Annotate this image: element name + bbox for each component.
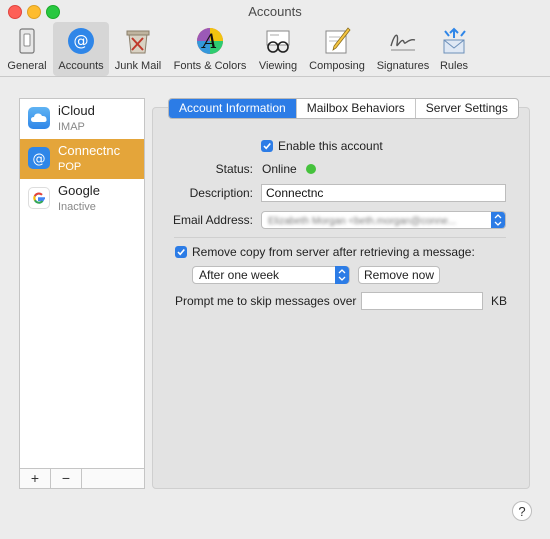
email-address-select[interactable]: Elizabeth Morgan <beth.morgan@conne... bbox=[261, 211, 506, 229]
remove-copy-checkbox[interactable] bbox=[175, 246, 187, 258]
account-type: POP bbox=[58, 161, 82, 173]
checkmark-icon bbox=[263, 142, 271, 150]
composing-icon bbox=[325, 27, 351, 54]
fonts-colors-icon: A bbox=[197, 28, 223, 54]
add-account-button[interactable]: + bbox=[20, 469, 51, 488]
account-item-icloud[interactable]: iCloud IMAP bbox=[20, 99, 144, 139]
description-field[interactable]: Connectnc bbox=[261, 184, 506, 202]
email-address-label: Email Address: bbox=[172, 213, 253, 227]
account-name: Connectnc bbox=[58, 143, 121, 158]
title-bar: Accounts bbox=[0, 0, 550, 22]
enable-account-label: Enable this account bbox=[278, 139, 383, 153]
remove-after-select[interactable]: After one week bbox=[192, 266, 350, 284]
chevron-updown-icon bbox=[491, 212, 505, 228]
account-item-connectnc[interactable]: @ Connectnc POP bbox=[20, 139, 144, 179]
checkmark-icon bbox=[177, 248, 185, 256]
enable-account-checkbox[interactable] bbox=[261, 140, 273, 152]
svg-text:@: @ bbox=[74, 32, 89, 50]
settings-tabs: Account Information Mailbox Behaviors Se… bbox=[168, 98, 519, 119]
toolbar-accounts[interactable]: @ Accounts bbox=[53, 22, 109, 76]
tab-server-settings[interactable]: Server Settings bbox=[416, 99, 518, 118]
online-status-indicator bbox=[306, 164, 316, 174]
account-item-google[interactable]: Google Inactive bbox=[20, 179, 144, 219]
remove-after-value: After one week bbox=[199, 268, 280, 282]
junk-mail-icon bbox=[126, 30, 150, 54]
account-list-controls: + − bbox=[20, 468, 144, 488]
toolbar-general[interactable]: General bbox=[4, 22, 50, 76]
preferences-window: Accounts General @ Accounts Junk Mail A … bbox=[0, 0, 550, 539]
help-button[interactable]: ? bbox=[512, 501, 532, 521]
remove-account-button[interactable]: − bbox=[51, 469, 82, 488]
viewing-icon bbox=[266, 30, 290, 53]
svg-text:@: @ bbox=[33, 152, 46, 167]
rules-icon bbox=[443, 27, 466, 54]
skip-messages-label: Prompt me to skip messages over bbox=[175, 294, 357, 308]
general-icon bbox=[19, 28, 35, 54]
toolbar-signatures[interactable]: Signatures bbox=[372, 22, 434, 76]
status-value: Online bbox=[262, 162, 297, 176]
toolbar-composing[interactable]: Composing bbox=[304, 22, 370, 76]
account-name: iCloud bbox=[58, 103, 95, 118]
preferences-toolbar: General @ Accounts Junk Mail A Fonts & C… bbox=[0, 22, 550, 77]
window-title: Accounts bbox=[248, 4, 302, 19]
toolbar-viewing[interactable]: Viewing bbox=[254, 22, 302, 76]
account-type: IMAP bbox=[58, 121, 85, 133]
remove-copy-label: Remove copy from server after retrieving… bbox=[192, 245, 475, 259]
email-address-value: Elizabeth Morgan <beth.morgan@conne... bbox=[268, 216, 457, 227]
description-label: Description: bbox=[189, 186, 253, 200]
remove-now-button[interactable]: Remove now bbox=[358, 266, 440, 284]
toolbar-rules[interactable]: Rules bbox=[434, 22, 474, 76]
skip-size-unit: KB bbox=[491, 294, 508, 308]
section-divider bbox=[174, 237, 506, 238]
icloud-icon bbox=[28, 107, 50, 129]
skip-size-input[interactable] bbox=[361, 292, 483, 310]
account-list: iCloud IMAP @ Connectnc POP Google Inact… bbox=[19, 98, 145, 489]
svg-text:A: A bbox=[201, 29, 217, 53]
status-label: Status: bbox=[215, 162, 253, 176]
at-icon: @ bbox=[28, 147, 50, 169]
toolbar-junk-mail[interactable]: Junk Mail bbox=[110, 22, 166, 76]
signatures-icon bbox=[390, 34, 416, 51]
accounts-icon: @ bbox=[68, 28, 94, 54]
account-type: Inactive bbox=[58, 201, 96, 213]
toolbar-fonts-colors[interactable]: A Fonts & Colors bbox=[168, 22, 252, 76]
tab-account-information[interactable]: Account Information bbox=[169, 99, 297, 118]
chevron-updown-icon bbox=[335, 266, 349, 284]
google-icon bbox=[28, 187, 50, 209]
account-name: Google bbox=[58, 183, 100, 198]
tab-mailbox-behaviors[interactable]: Mailbox Behaviors bbox=[297, 99, 416, 118]
